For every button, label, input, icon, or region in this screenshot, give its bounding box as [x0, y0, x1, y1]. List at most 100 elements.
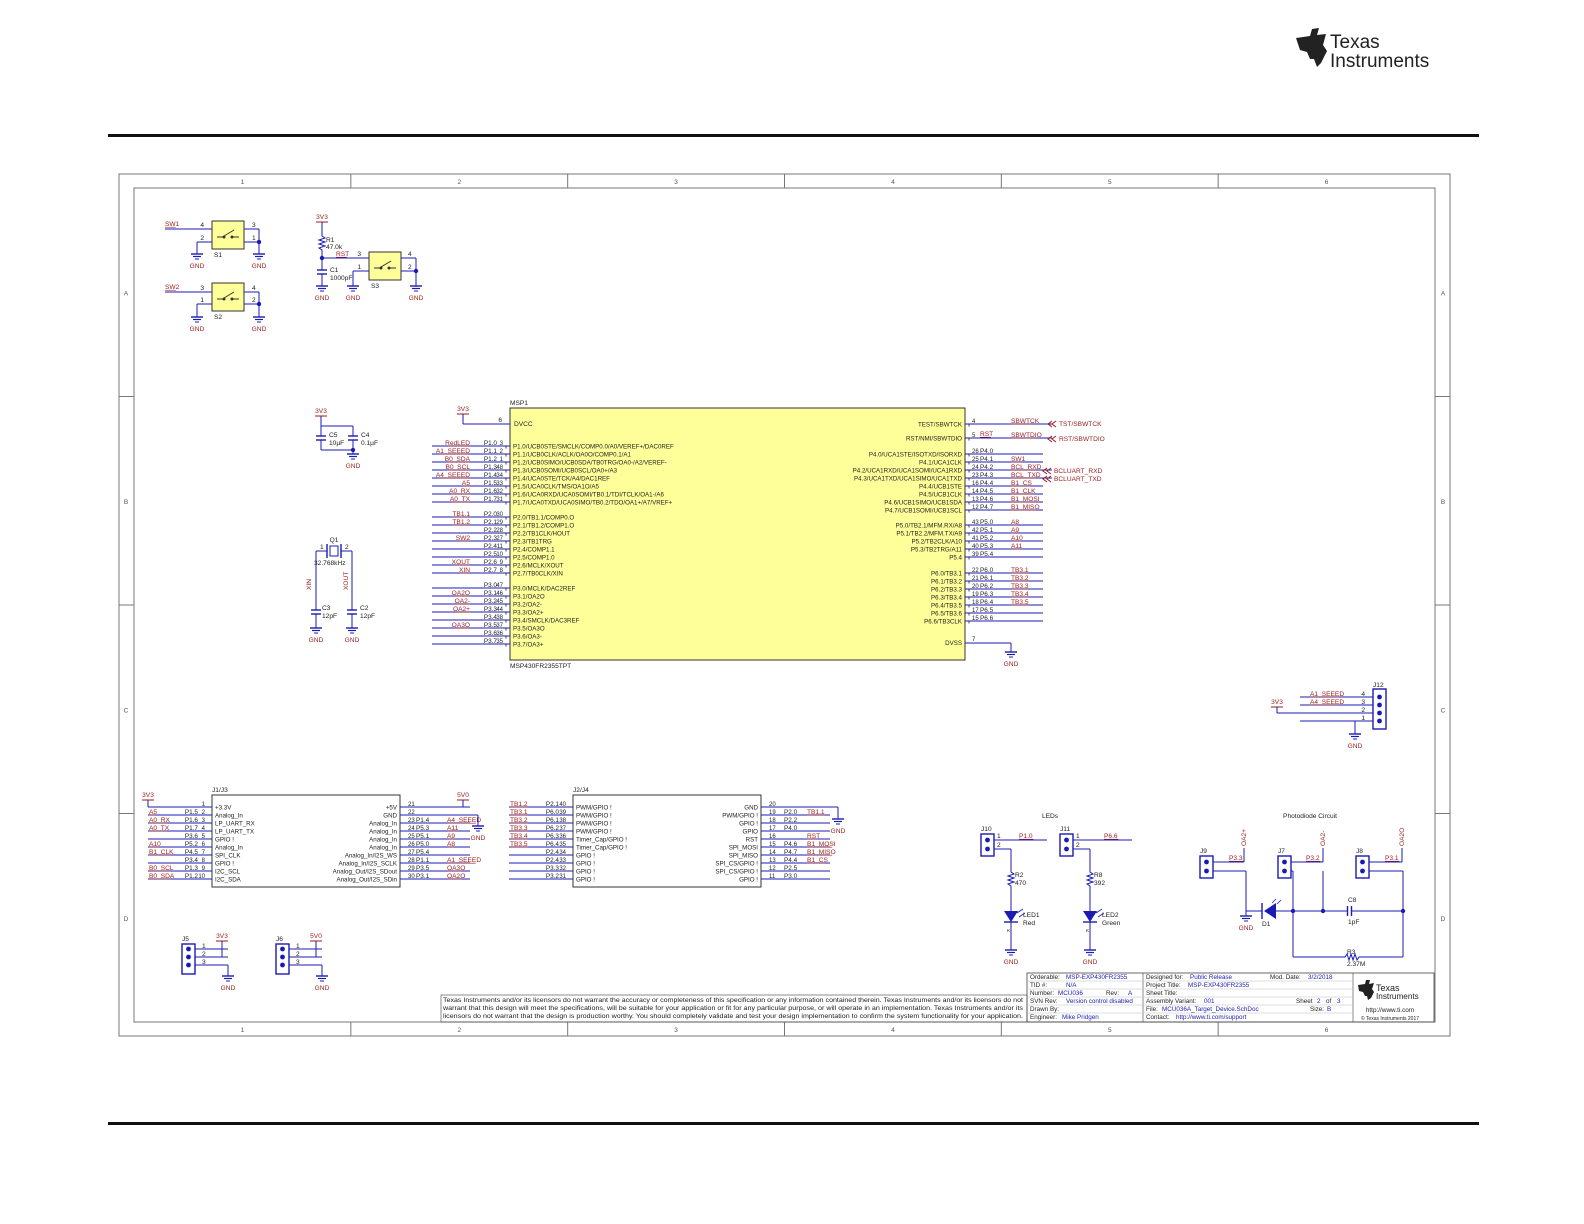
- gnd-label: GND: [252, 263, 267, 270]
- pin-number: 4: [252, 285, 256, 292]
- r-ref: R1: [326, 237, 335, 244]
- pin-function: Analog_In/I2S_SCLK: [339, 860, 398, 867]
- pin-number: 32: [559, 866, 566, 872]
- pin-number: 26: [972, 449, 979, 455]
- title-key: of: [1326, 998, 1332, 1005]
- port-name: P3.0: [484, 582, 498, 589]
- gnd-label: GND: [346, 295, 361, 302]
- frame-row-label: D: [124, 916, 129, 923]
- pin-marker: x: [505, 460, 508, 466]
- title-value: Version control disabled: [1066, 998, 1133, 1005]
- pin-number: 10: [198, 874, 205, 880]
- frame-row-label: B: [1441, 499, 1445, 506]
- pin-marker: x: [505, 444, 508, 450]
- title-key: Mod. Date:: [1270, 974, 1301, 981]
- port-name: P3.0: [784, 873, 798, 880]
- pin-number: 4: [200, 222, 204, 229]
- pin-marker: x: [968, 452, 971, 458]
- pin-number: 2: [1361, 707, 1365, 714]
- pin-number: 2: [202, 951, 206, 958]
- pin-marker: x: [968, 555, 971, 561]
- port-name: P1.3: [484, 464, 498, 471]
- pin-function: P4.2/UCA1RXD/UCA1SOMI/UCA1RXD: [853, 467, 963, 474]
- port-name: P2.4: [546, 857, 560, 864]
- pin-function: P6.1/TB3.2: [931, 578, 963, 585]
- pin-number: 27: [496, 536, 503, 542]
- pin-number: 24: [408, 826, 415, 832]
- pin-function: GPIO !: [576, 860, 595, 867]
- pin-number: 48: [496, 465, 503, 471]
- port-name: P5.0: [980, 519, 994, 526]
- port-name: P3.5: [416, 865, 430, 872]
- pin-marker: x: [968, 460, 971, 466]
- title-key: Number:: [1030, 990, 1054, 997]
- r-value: 2.37M: [1347, 961, 1365, 968]
- port-name: P2.4: [546, 849, 560, 856]
- pin-number: 14: [972, 489, 979, 495]
- offsheet-connector-icon: [1042, 467, 1052, 475]
- pin-number: 1: [252, 235, 256, 242]
- pin-function: P4.7/UCB1SOMI/UCB1SCL: [885, 507, 963, 514]
- port-name: P3.1: [416, 873, 430, 880]
- pin-number: 2: [345, 544, 349, 551]
- pin-marker: x: [505, 476, 508, 482]
- pin-function: P6.6/TB3CLK: [924, 618, 963, 625]
- pin-marker: x: [968, 531, 971, 537]
- pin-marker: x: [505, 634, 508, 640]
- port-name: P6.2: [546, 825, 560, 832]
- port-name: P4.5: [980, 488, 994, 495]
- frame-col-label: 5: [1108, 1027, 1112, 1034]
- pin-number: 17: [972, 608, 979, 614]
- pin-function: RST: [746, 836, 759, 843]
- switch-body: [211, 282, 245, 312]
- pin-number: 32: [496, 489, 503, 495]
- pin-number: 44: [496, 607, 503, 613]
- title-value: MCU036A_Target_Device.SchDoc: [1162, 1006, 1259, 1013]
- port-name: P1.4: [416, 817, 430, 824]
- frame-row-label: C: [1441, 707, 1446, 714]
- pin-number: 34: [559, 850, 566, 856]
- connector-pin: [1204, 859, 1209, 865]
- frame-col-label: 1: [241, 1027, 245, 1034]
- pin-function: P4.4/UCB1STE: [919, 483, 962, 490]
- port-name: P5.3: [980, 543, 994, 550]
- port-name: P6.2: [980, 583, 994, 590]
- pin-number: 1: [357, 264, 361, 271]
- port-name: P3.1: [484, 590, 498, 597]
- pin-number: 3: [200, 285, 204, 292]
- c-ref: C8: [1348, 897, 1357, 904]
- port-name: P5.4: [416, 849, 430, 856]
- gnd-label: GND: [831, 828, 846, 835]
- pin-marker: x: [968, 595, 971, 601]
- connector-body: [1059, 833, 1074, 857]
- gnd-label: GND: [190, 326, 205, 333]
- frame-col-label: 6: [1325, 1027, 1329, 1034]
- offsheet-label: RST/SBWTDIO: [1059, 436, 1105, 443]
- port-name: P5.0: [416, 841, 430, 848]
- pin-number: 14: [769, 850, 776, 856]
- pin-marker: x: [505, 452, 508, 458]
- connector-pin: [1377, 710, 1382, 716]
- led-color: Green: [1102, 920, 1121, 927]
- offsheet-connector-icon: [1042, 475, 1052, 483]
- schematic: 112233445566A AB BC CD DS1SW1 4 32 1GND GNDS2SW2…: [118, 173, 1451, 1037]
- crystal-ref: Q1: [330, 537, 339, 544]
- port-name: P4.2: [980, 464, 994, 471]
- port-name: P1.5: [484, 480, 498, 487]
- gnd-label: GND: [1083, 959, 1098, 966]
- pin-marker: x: [968, 539, 971, 545]
- junction-dot: [256, 301, 262, 307]
- pin-number: 27: [408, 850, 415, 856]
- pin-number: 40: [972, 544, 979, 550]
- pin-number: 38: [496, 615, 503, 621]
- pin-function: SPI_MOSI: [729, 844, 759, 851]
- pin-function: P4.6/UCB1SIMO/UCB1SDA: [884, 499, 963, 506]
- disclaimer-line: warrant that this design will meet the s…: [442, 1005, 1023, 1012]
- title-key: Sheet: [1296, 998, 1313, 1005]
- r-value: 392: [1094, 880, 1105, 887]
- pin-function: GND: [383, 812, 397, 819]
- offsheet-label: BCLUART_TXD: [1054, 476, 1102, 483]
- title-value: MSP-EXP430FR2355: [1188, 982, 1250, 989]
- pin-number: 42: [972, 528, 979, 534]
- section-title: Photodiode Circuit: [1283, 813, 1337, 820]
